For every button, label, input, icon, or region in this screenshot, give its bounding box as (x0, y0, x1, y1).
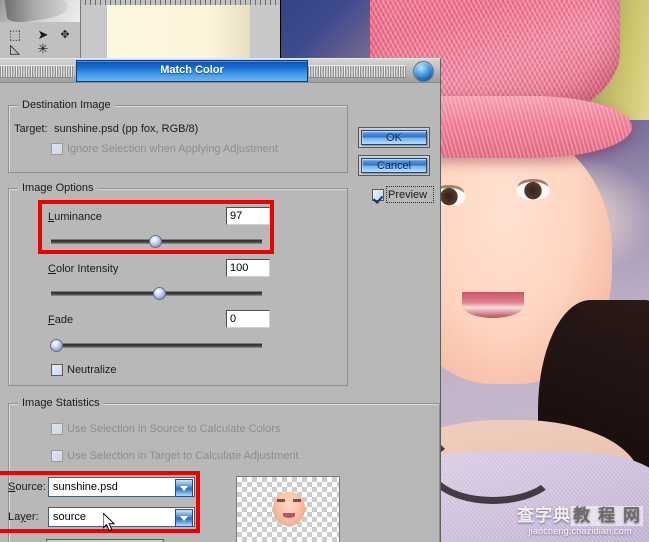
luminance-label-text: uminance (54, 211, 102, 223)
dialog-title-bar[interactable]: Match Color (0, 59, 440, 83)
use-selection-source-checkbox (51, 423, 63, 435)
target-value: sunshine.psd (pp fox, RGB/8) (54, 123, 199, 135)
use-selection-source-label: Use Selection in Source to Calculate Col… (67, 423, 281, 435)
neutralize-label: Neutralize (67, 364, 117, 376)
use-selection-target-checkbox (51, 450, 63, 462)
thumbnail-face-cutout (273, 492, 305, 526)
use-selection-target-label: Use Selection in Target to Calculate Adj… (67, 450, 299, 462)
title-grip-left (0, 65, 74, 78)
title-grip-right (308, 65, 406, 78)
fade-value-field[interactable]: 0 (226, 310, 270, 328)
preview-checkbox[interactable] (372, 189, 384, 201)
luminance-label: Luminance (48, 211, 102, 223)
layer-dropdown-value: source (53, 511, 87, 523)
photoshop-canvas (107, 3, 250, 58)
source-dropdown[interactable]: sunshine.psd (48, 477, 195, 497)
photo-mouth (462, 292, 524, 318)
photo-strap (426, 430, 560, 504)
dialog-title: Match Color (76, 60, 308, 82)
cancel-button[interactable]: Cancel (361, 158, 427, 173)
target-label: Target: (14, 123, 48, 135)
chevron-down-icon[interactable] (175, 479, 193, 497)
luminance-slider-thumb[interactable] (149, 235, 162, 248)
chevron-down-icon-layer[interactable] (175, 509, 193, 527)
color-intensity-value-field[interactable]: 100 (226, 259, 270, 277)
photoshop-tools-palette[interactable]: ⬚ ➤ ✥ ◺ ✳ (0, 0, 81, 59)
feather-icon (4, 0, 70, 22)
fade-slider-thumb[interactable] (50, 339, 63, 352)
neutralize-checkbox[interactable] (51, 364, 63, 376)
photoshop-ruler (80, 0, 280, 5)
layer-label-text: er: (25, 511, 39, 523)
screen-root: 查字典教 程 网 jiaocheng.chazidian.com ⬚ ➤ ✥ ◺… (0, 0, 649, 542)
magic-wand-tool-icon[interactable]: ✳ (30, 40, 56, 58)
match-color-dialog: Match Color Destination Image Target: su… (0, 58, 441, 542)
blue-orb-icon[interactable] (413, 61, 434, 82)
fade-label-text: ade (54, 314, 74, 326)
tool-preview-thumbnail (0, 0, 80, 22)
color-intensity-slider-thumb[interactable] (153, 287, 166, 300)
image-statistics-group-label: Image Statistics (18, 397, 104, 409)
source-label: Source: (8, 481, 46, 493)
source-thumbnail (236, 476, 340, 542)
image-options-group-label: Image Options (18, 182, 98, 194)
ignore-selection-checkbox (51, 143, 63, 155)
preview-focus-ring (386, 186, 434, 203)
photo-eye-right (516, 182, 550, 200)
luminance-value-field[interactable]: 97 (226, 207, 270, 225)
layer-dropdown[interactable]: source (48, 507, 195, 527)
lasso-tool-icon[interactable]: ◺ (2, 40, 28, 58)
color-intensity-label-text: olor Intensity (55, 263, 119, 275)
fade-label: Fade (48, 314, 74, 326)
fade-slider-track[interactable] (51, 343, 262, 348)
layer-label: Layer: (8, 511, 39, 523)
destination-image-group-label: Destination Image (18, 99, 115, 111)
ignore-selection-label: Ignore Selection when Applying Adjustmen… (67, 143, 278, 155)
source-dropdown-value: sunshine.psd (53, 481, 118, 493)
source-label-text: ource: (15, 481, 46, 493)
ok-button[interactable]: OK (361, 130, 427, 145)
color-intensity-label: Color Intensity (48, 263, 119, 275)
destination-image-group: Destination Image (8, 99, 348, 173)
